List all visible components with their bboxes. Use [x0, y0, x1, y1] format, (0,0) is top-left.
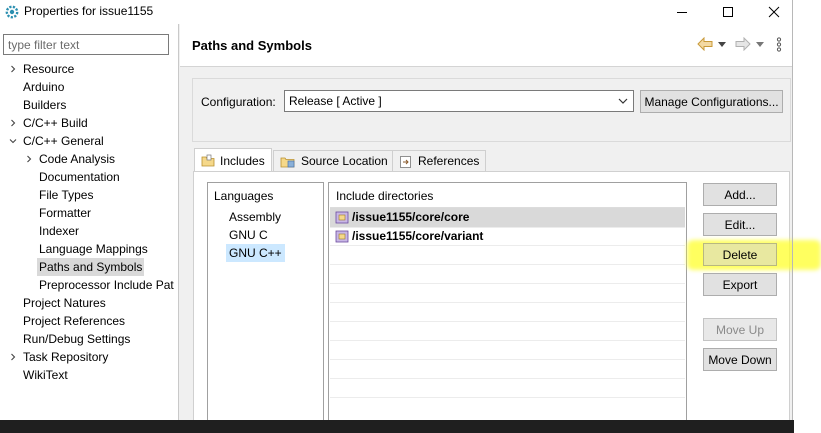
sidebar-item-label: Paths and Symbols [37, 258, 145, 276]
sidebar-item[interactable]: Documentation [0, 168, 178, 186]
forward-dropdown-icon[interactable] [756, 42, 764, 47]
sidebar-item[interactable]: Builders [0, 96, 178, 114]
sidebar-item-label: Builders [23, 98, 67, 112]
minimize-button[interactable] [660, 0, 704, 24]
include-folder-icon [335, 211, 349, 224]
sidebar-item-label: WikiText [23, 368, 68, 382]
table-row-divider [330, 264, 685, 265]
sidebar-item[interactable]: Project References [0, 312, 178, 330]
table-row-divider [330, 302, 685, 303]
sidebar-item-label: Code Analysis [39, 152, 116, 166]
filter-input[interactable] [4, 35, 168, 54]
back-dropdown-icon[interactable] [718, 42, 726, 47]
table-row-divider [330, 227, 685, 228]
settings-gear-icon [5, 5, 19, 19]
table-row-divider [330, 378, 685, 379]
chevron-right-icon[interactable] [8, 114, 18, 132]
window-title: Properties for issue1155 [24, 4, 154, 18]
sidebar-item[interactable]: Task Repository [0, 348, 178, 366]
sidebar-item-label: Arduino [23, 80, 65, 94]
table-row-divider [330, 340, 685, 341]
tab-includes-label: Includes [220, 153, 265, 168]
window-right-edge [792, 0, 793, 433]
sidebar-item[interactable]: WikiText [0, 366, 178, 384]
forward-arrow-icon[interactable] [735, 37, 751, 51]
edit-button[interactable]: Edit... [703, 213, 777, 236]
chevron-right-icon[interactable] [24, 150, 34, 168]
sidebar-item-label: Task Repository [23, 350, 109, 364]
page-title: Paths and Symbols [192, 38, 312, 53]
table-row-divider [330, 321, 685, 322]
tab-source-location[interactable]: Source Location [273, 150, 395, 171]
sidebar-item[interactable]: Preprocessor Include Pat [0, 276, 178, 294]
sidebar-item-label: C/C++ General [23, 134, 104, 148]
sidebar-item[interactable]: Run/Debug Settings [0, 330, 178, 348]
configuration-label: Configuration: [201, 95, 276, 109]
table-row-divider [330, 359, 685, 360]
sidebar-item[interactable]: Formatter [0, 204, 178, 222]
sidebar-item[interactable]: Resource [0, 60, 178, 78]
chevron-right-icon[interactable] [8, 60, 18, 78]
sidebar-item[interactable]: C/C++ Build [0, 114, 178, 132]
include-path[interactable]: /issue1155/core/core [352, 210, 469, 224]
source-folder-icon [280, 157, 295, 167]
sidebar-item-label: Language Mappings [39, 242, 148, 256]
taskbar-strip [0, 420, 794, 433]
back-arrow-icon[interactable] [697, 37, 713, 51]
language-item-assembly[interactable]: Assembly [229, 210, 281, 224]
close-button[interactable] [752, 0, 796, 24]
sidebar-item-label: Project References [23, 314, 126, 328]
sidebar-item-label: Project Natures [23, 296, 106, 310]
sidebar-item[interactable]: Project Natures [0, 294, 178, 312]
chevron-right-icon[interactable] [8, 348, 18, 366]
languages-header: Languages [214, 189, 274, 203]
language-item-gnu-cpp[interactable]: GNU C++ [226, 244, 285, 262]
tab-source-location-label: Source Location [301, 154, 388, 168]
tab-references[interactable]: References [392, 150, 487, 171]
sidebar-item[interactable]: Indexer [0, 222, 178, 240]
add-button[interactable]: Add... [703, 183, 777, 206]
sidebar-item[interactable]: Language Mappings [0, 240, 178, 258]
table-row-divider [330, 245, 685, 246]
export-button[interactable]: Export [703, 273, 777, 296]
table-row-divider [330, 283, 685, 284]
sidebar-item-label: Indexer [39, 224, 80, 238]
folder-include-icon [201, 154, 215, 167]
move-up-button[interactable]: Move Up [703, 318, 777, 341]
sidebar-item-label: File Types [39, 188, 94, 202]
filter-field[interactable] [3, 34, 169, 55]
include-directories-header: Include directories [336, 189, 434, 203]
references-icon [400, 155, 411, 168]
chevron-down-icon[interactable] [8, 132, 18, 150]
minimize-icon [677, 12, 687, 13]
sidebar-item-label: Documentation [39, 170, 120, 184]
maximize-button[interactable] [706, 0, 750, 24]
configuration-select[interactable]: Release [ Active ] [284, 90, 634, 112]
tab-references-label: References [418, 154, 480, 168]
sidebar-item[interactable]: C/C++ General [0, 132, 178, 150]
sidebar-item-label: C/C++ Build [23, 116, 88, 130]
language-item-gnu-c[interactable]: GNU C [229, 228, 268, 242]
sidebar-item-label: Preprocessor Include Pat [39, 278, 174, 292]
sidebar-item-label: Formatter [39, 206, 92, 220]
more-options-icon[interactable] [776, 37, 782, 52]
include-path[interactable]: /issue1155/core/variant [352, 229, 483, 243]
manage-configurations-button[interactable]: Manage Configurations... [640, 90, 783, 113]
sidebar-item[interactable]: Paths and Symbols [0, 258, 178, 276]
chevron-down-icon [618, 98, 628, 104]
close-icon [768, 6, 780, 18]
sidebar-item[interactable]: Code Analysis [0, 150, 178, 168]
sidebar-item-label: Run/Debug Settings [23, 332, 131, 346]
delete-button[interactable]: Delete [703, 243, 777, 266]
tab-includes[interactable]: Includes [194, 148, 272, 172]
table-row-divider [330, 397, 685, 398]
move-down-button[interactable]: Move Down [703, 348, 777, 371]
include-folder-icon [335, 230, 349, 243]
sidebar-item[interactable]: File Types [0, 186, 178, 204]
sidebar-item-label: Resource [23, 62, 75, 76]
configuration-value: Release [ Active ] [289, 94, 382, 108]
sidebar-item[interactable]: Arduino [0, 78, 178, 96]
maximize-icon [723, 7, 733, 17]
